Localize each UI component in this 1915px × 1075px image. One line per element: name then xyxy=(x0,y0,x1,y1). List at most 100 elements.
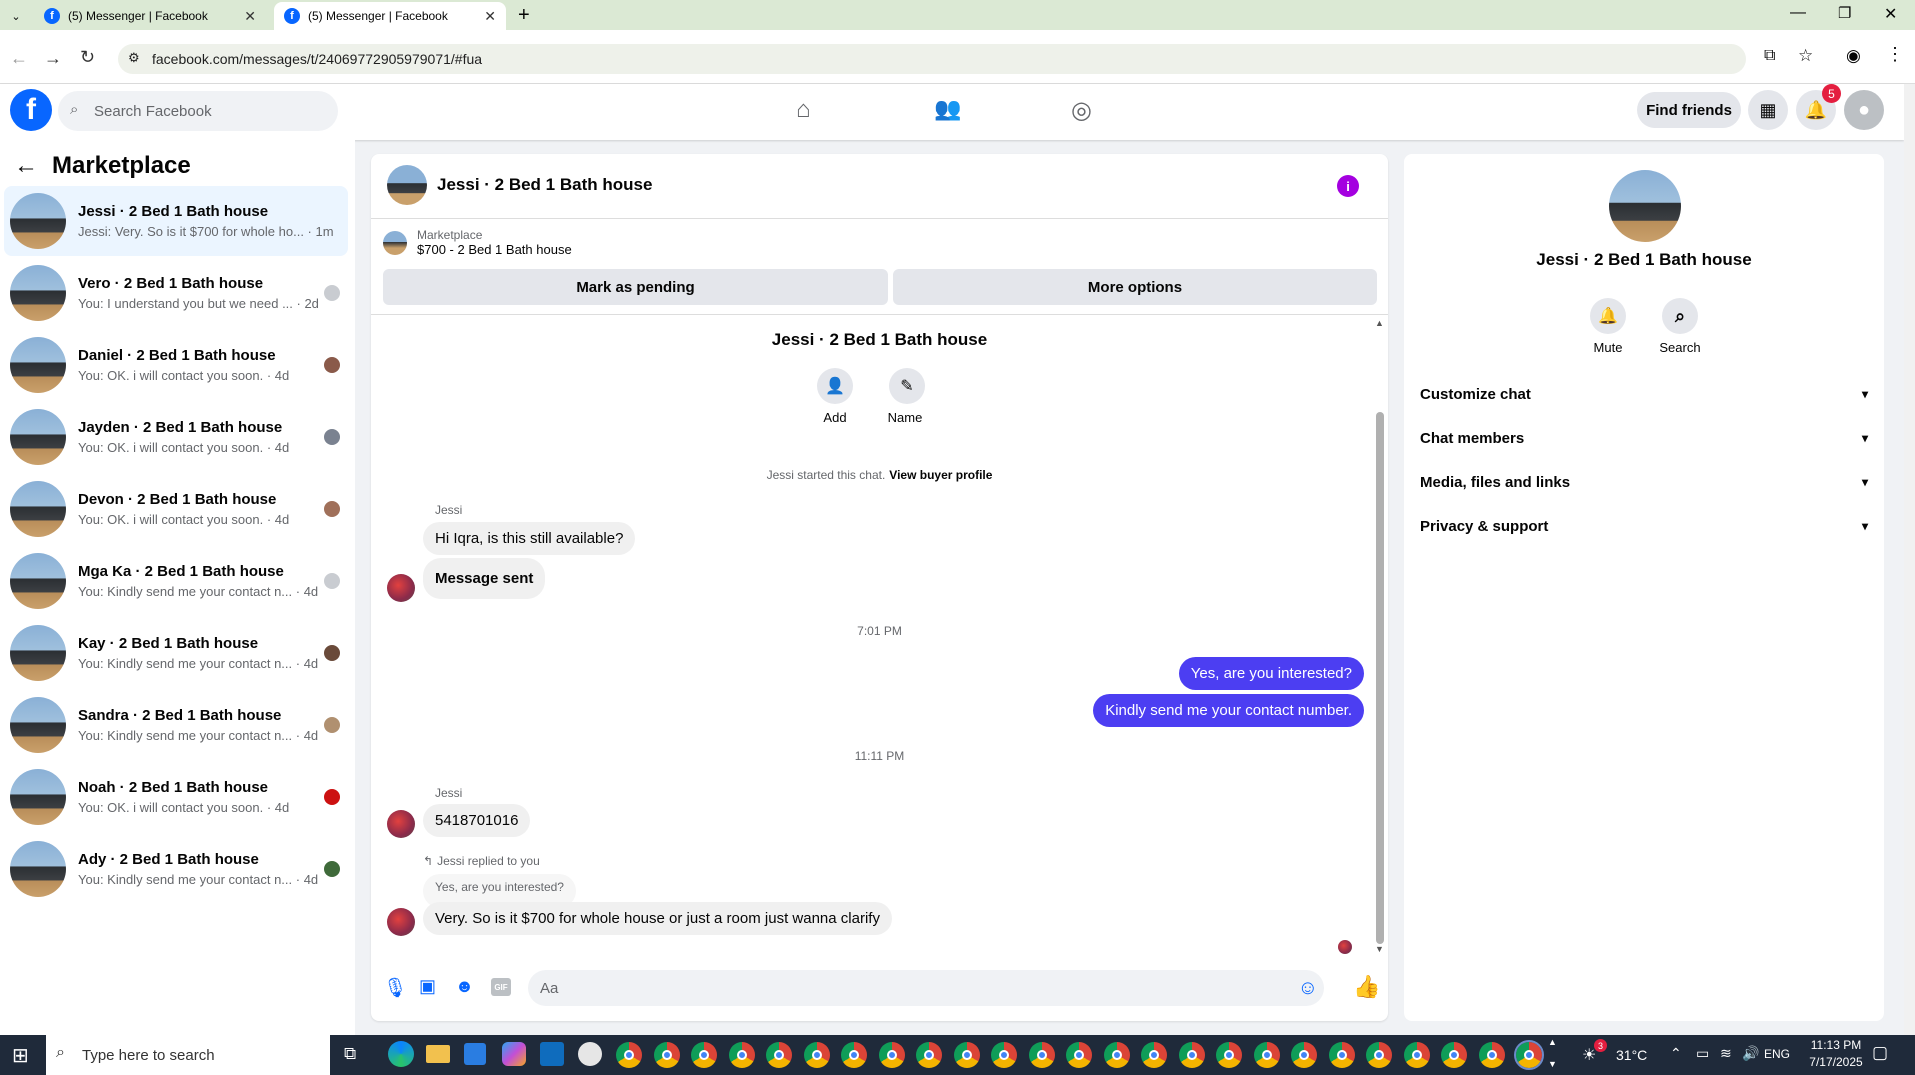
privacy-support-section[interactable]: Privacy & support ▾ xyxy=(1420,508,1868,544)
close-window-icon[interactable]: ✕ xyxy=(1884,4,1897,24)
address-bar[interactable]: ⚙ facebook.com/messages/t/24069772905979… xyxy=(118,44,1746,74)
conversation-item[interactable]: Daniel · 2 Bed 1 Bath house You: OK. i wi… xyxy=(4,330,348,400)
chrome-window-icon[interactable] xyxy=(1028,1042,1055,1068)
chrome-window-icon[interactable] xyxy=(1366,1042,1392,1068)
chrome-window-icon[interactable] xyxy=(878,1042,905,1068)
taskbar-scroll-down-icon[interactable]: ▼ xyxy=(1548,1059,1557,1069)
find-friends-button[interactable]: Find friends xyxy=(1637,92,1741,128)
store-icon[interactable] xyxy=(464,1043,486,1065)
info-icon[interactable]: i xyxy=(1337,175,1359,197)
edge-icon[interactable] xyxy=(388,1041,414,1067)
task-view-icon[interactable]: ⧉ xyxy=(344,1044,356,1064)
taskbar-search-input[interactable]: ⌕ Type here to search xyxy=(46,1035,330,1075)
chrome-window-icon[interactable] xyxy=(841,1042,867,1068)
friends-icon[interactable]: 👥 xyxy=(934,96,961,122)
chrome-window-icon[interactable] xyxy=(1328,1042,1355,1068)
chrome-window-icon[interactable] xyxy=(1478,1042,1505,1068)
conversation-item[interactable]: Noah · 2 Bed 1 Bath house You: OK. i will… xyxy=(4,762,348,832)
chrome-window-icon[interactable] xyxy=(1216,1042,1242,1068)
menu-grid-icon[interactable]: ▦ xyxy=(1748,90,1788,130)
chrome-window-icon[interactable] xyxy=(616,1042,642,1068)
bookmark-star-icon[interactable]: ☆ xyxy=(1798,46,1813,66)
sticker-icon[interactable]: ☻ xyxy=(455,976,474,997)
more-options-button[interactable]: More options xyxy=(893,269,1377,305)
name-chat-button[interactable]: ✎ Name xyxy=(888,368,925,425)
chrome-window-icon[interactable] xyxy=(766,1042,792,1068)
media-files-section[interactable]: Media, files and links ▾ xyxy=(1420,464,1868,500)
close-tab-icon[interactable]: ✕ xyxy=(484,8,496,25)
new-tab-icon[interactable]: + xyxy=(518,4,530,27)
tab-list-icon[interactable]: ⌄ xyxy=(6,6,26,26)
listing-info[interactable]: Marketplace $700 - 2 Bed 1 Bath house xyxy=(383,228,572,257)
conversation-item[interactable]: Devon · 2 Bed 1 Bath house You: OK. i wil… xyxy=(4,474,348,544)
gif-icon[interactable]: GIF xyxy=(491,978,511,996)
chrome-window-icon[interactable] xyxy=(803,1042,830,1068)
scroll-down-icon[interactable]: ▼ xyxy=(1375,944,1384,954)
chrome-window-icon[interactable] xyxy=(1291,1042,1317,1068)
sender-avatar[interactable] xyxy=(387,810,415,838)
profile-icon[interactable]: ◉ xyxy=(1846,46,1861,66)
chrome-window-icon[interactable] xyxy=(1066,1042,1092,1068)
install-app-icon[interactable]: ⧉ xyxy=(1764,47,1775,65)
minimize-icon[interactable]: — xyxy=(1790,4,1806,22)
message-bubble[interactable]: 5418701016 xyxy=(423,804,531,837)
chrome-window-icon[interactable] xyxy=(728,1042,755,1068)
emoji-icon[interactable]: ☺ xyxy=(1298,977,1318,1000)
view-buyer-profile-link[interactable]: View buyer profile xyxy=(889,468,992,482)
sender-avatar[interactable] xyxy=(387,574,415,602)
sender-avatar[interactable] xyxy=(387,908,415,936)
message-input[interactable]: Aa ☺ xyxy=(528,970,1324,1006)
taskbar-scroll-up-icon[interactable]: ▲ xyxy=(1548,1037,1557,1047)
facebook-logo-icon[interactable]: f xyxy=(10,89,52,131)
mark-pending-button[interactable]: Mark as pending xyxy=(383,269,888,305)
microphone-icon[interactable]: 🎙 xyxy=(383,976,407,1000)
app-icon[interactable] xyxy=(578,1042,602,1066)
file-explorer-icon[interactable] xyxy=(426,1045,450,1063)
copilot-icon[interactable] xyxy=(502,1042,526,1066)
photo-icon[interactable]: ▣ xyxy=(419,976,436,997)
conversation-item[interactable]: Mga Ka · 2 Bed 1 Bath house You: Kindly s… xyxy=(4,546,348,616)
tab-messenger-1[interactable]: f (5) Messenger | Facebook ✕ xyxy=(34,2,266,30)
chrome-window-icon[interactable] xyxy=(953,1042,980,1068)
wifi-icon[interactable]: ≋ xyxy=(1720,1045,1732,1062)
chrome-window-icon[interactable] xyxy=(691,1042,717,1068)
reload-icon[interactable]: ↻ xyxy=(80,47,95,68)
customize-chat-section[interactable]: Customize chat ▾ xyxy=(1420,376,1868,412)
scroll-up-icon[interactable]: ▲ xyxy=(1375,318,1384,328)
windows-start-icon[interactable]: ⊞ xyxy=(12,1043,29,1068)
language-indicator[interactable]: ENG xyxy=(1764,1047,1790,1061)
tab-messenger-2[interactable]: f (5) Messenger | Facebook ✕ xyxy=(274,2,506,30)
chrome-window-icon[interactable] xyxy=(653,1042,680,1068)
notification-center-icon[interactable]: ▢ xyxy=(1872,1043,1888,1063)
message-bubble[interactable]: Message sent xyxy=(423,558,546,599)
search-conversation-button[interactable]: ⌕ Search xyxy=(1658,298,1702,355)
outlook-icon[interactable] xyxy=(540,1042,564,1066)
my-message-bubble[interactable]: Yes, are you interested? xyxy=(1178,657,1364,690)
conversation-item[interactable]: Jayden · 2 Bed 1 Bath house You: OK. i wi… xyxy=(4,402,348,472)
message-bubble[interactable]: Hi Iqra, is this still available? xyxy=(423,522,636,555)
back-icon[interactable]: ← xyxy=(10,48,28,69)
chrome-window-icon[interactable] xyxy=(1103,1042,1130,1068)
conversation-item[interactable]: Kay · 2 Bed 1 Bath house You: Kindly send… xyxy=(4,618,348,688)
mute-button[interactable]: 🔔 Mute xyxy=(1588,298,1628,355)
chrome-window-icon[interactable] xyxy=(991,1042,1017,1068)
conversation-item[interactable]: Ady · 2 Bed 1 Bath house You: Kindly send… xyxy=(4,834,348,904)
back-arrow-icon[interactable]: ← xyxy=(14,152,38,180)
battery-icon[interactable]: ▭ xyxy=(1696,1045,1709,1062)
home-icon[interactable]: ⌂ xyxy=(796,96,811,124)
chrome-window-icon[interactable] xyxy=(1141,1042,1167,1068)
my-message-bubble[interactable]: Kindly send me your contact number. xyxy=(1093,694,1364,727)
chrome-window-icon[interactable] xyxy=(1441,1042,1467,1068)
chrome-window-icon[interactable] xyxy=(1403,1042,1430,1068)
add-people-button[interactable]: 👤 Add xyxy=(817,368,853,425)
close-tab-icon[interactable]: ✕ xyxy=(244,8,256,25)
chrome-window-icon[interactable] xyxy=(1514,1040,1544,1070)
chrome-window-icon[interactable] xyxy=(916,1042,942,1068)
chrome-window-icon[interactable] xyxy=(1253,1042,1280,1068)
volume-icon[interactable]: 🔊 xyxy=(1742,1045,1759,1062)
maximize-icon[interactable]: ❐ xyxy=(1838,4,1851,22)
browser-menu-icon[interactable]: ⋮ xyxy=(1886,44,1904,65)
site-info-icon[interactable]: ⚙ xyxy=(128,50,140,66)
groups-icon[interactable]: ◎ xyxy=(1071,96,1092,125)
conversation-item[interactable]: Jessi · 2 Bed 1 Bath house Jessi: Very. S… xyxy=(4,186,348,256)
